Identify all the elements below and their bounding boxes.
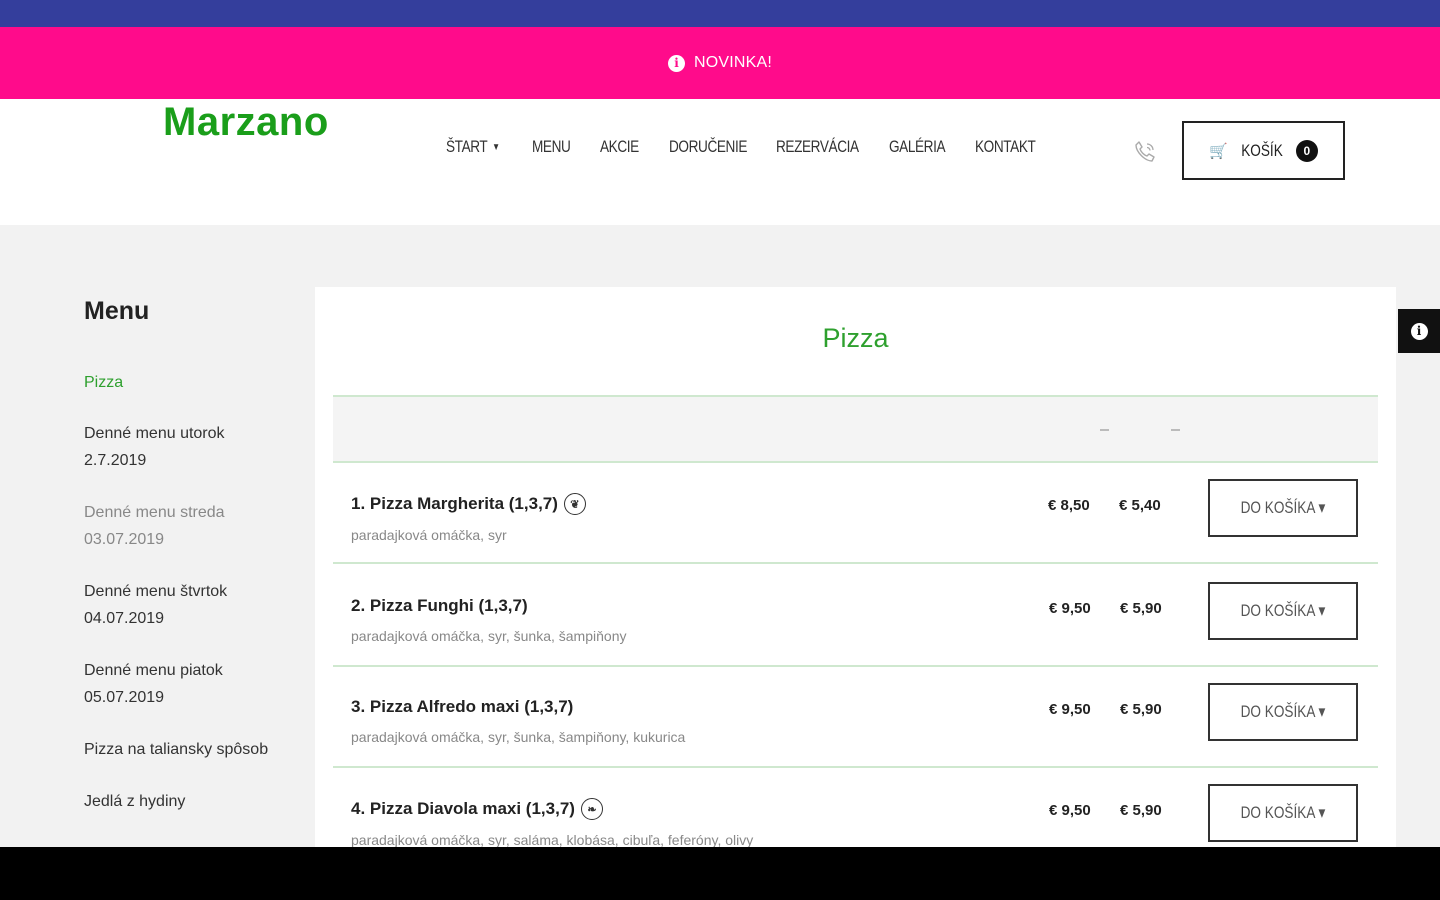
category-list: Pizza Denné menu utorok 2.7.2019 Denné m… xyxy=(84,369,284,840)
chili-icon: ❧ xyxy=(580,798,603,820)
main-content: Menu Pizza Denné menu utorok 2.7.2019 De… xyxy=(0,225,1440,857)
category-item-jedla-hydiny[interactable]: Jedlá z hydiny xyxy=(84,788,284,815)
add-to-cart-text: DO KOŠÍKA xyxy=(1240,498,1315,517)
nav-item-rezervacia[interactable]: REZERVÁCIA xyxy=(776,137,859,157)
nav-item-akcie[interactable]: AKCIE xyxy=(600,137,639,157)
item-description: paradajková omáčka, syr xyxy=(351,527,507,543)
logo[interactable]: Marzano xyxy=(163,99,329,141)
category-item-pizza[interactable]: Pizza xyxy=(84,369,284,396)
leaf-icon: ❦ xyxy=(563,493,586,515)
menu-row: 3. Pizza Alfredo maxi (1,3,7) paradajkov… xyxy=(333,667,1378,768)
cart-button[interactable]: 🛒 KOŠÍK 0 xyxy=(1182,121,1345,180)
promo-bar[interactable]: i NOVINKA! xyxy=(0,27,1440,99)
add-to-cart-label: DO KOŠÍKA ▾ xyxy=(1240,702,1326,721)
item-name-text: 2. Pizza Funghi (1,3,7) xyxy=(351,596,528,615)
nav-item-label: KONTAKT xyxy=(975,137,1036,156)
cart-icon: 🛒 xyxy=(1209,142,1228,160)
add-to-cart-button[interactable]: DO KOŠÍKA ▾ xyxy=(1208,479,1358,537)
nav-item-label: DORUČENIE xyxy=(669,137,748,156)
table-header xyxy=(333,395,1378,463)
category-item-menu-stvrtok[interactable]: Denné menu štvrtok 04.07.2019 xyxy=(84,578,284,632)
item-description: paradajková omáčka, syr, šunka, šampiňon… xyxy=(351,628,627,644)
menu-row: 1. Pizza Margherita (1,3,7) ❦ paradajkov… xyxy=(333,463,1378,564)
add-to-cart-label: DO KOŠÍKA ▾ xyxy=(1240,498,1326,517)
price-large: € 9,50 xyxy=(1049,802,1091,819)
nav-item-label: REZERVÁCIA xyxy=(776,137,859,156)
add-to-cart-text: DO KOŠÍKA xyxy=(1240,702,1315,721)
nav-item-menu[interactable]: MENU xyxy=(532,137,571,157)
category-item-menu-streda[interactable]: Denné menu streda 03.07.2019 xyxy=(84,499,284,553)
add-to-cart-text: DO KOŠÍKA xyxy=(1240,601,1315,620)
menu-panel: Pizza 1. Pizza Margherita (1,3,7) ❦ para… xyxy=(315,287,1396,857)
price-large: € 9,50 xyxy=(1049,600,1091,617)
sidebar-title: Menu xyxy=(84,297,150,325)
panel-title: Pizza xyxy=(822,323,889,353)
category-item-menu-utorok[interactable]: Denné menu utorok 2.7.2019 xyxy=(84,420,284,474)
top-stripe xyxy=(0,0,1440,27)
price-small: € 5,90 xyxy=(1120,600,1162,617)
site-header: Marzano ŠTART ▼ MENU AKCIE DORUČENIE REZ… xyxy=(0,99,1440,225)
nav-item-label: ŠTART xyxy=(446,137,488,156)
price-small: € 5,40 xyxy=(1119,497,1161,514)
caret-down-icon: ▼ xyxy=(492,141,500,153)
add-to-cart-button[interactable]: DO KOŠÍKA ▾ xyxy=(1208,683,1358,741)
promo-text: NOVINKA! xyxy=(693,54,773,71)
cart-label: KOŠÍK xyxy=(1241,140,1283,160)
item-name: 1. Pizza Margherita (1,3,7) ❦ xyxy=(351,493,586,515)
item-name-text: 1. Pizza Margherita (1,3,7) xyxy=(351,494,558,513)
price-large: € 9,50 xyxy=(1049,701,1091,718)
item-name: 2. Pizza Funghi (1,3,7) xyxy=(351,596,528,616)
item-description: paradajková omáčka, syr, saláma, klobása… xyxy=(351,832,754,848)
info-icon: i xyxy=(1410,322,1428,340)
add-to-cart-label: DO KOŠÍKA ▾ xyxy=(1240,803,1326,822)
add-to-cart-button[interactable]: DO KOŠÍKA ▾ xyxy=(1208,784,1358,842)
phone-icon[interactable] xyxy=(1132,139,1158,165)
item-name: 3. Pizza Alfredo maxi (1,3,7) xyxy=(351,697,573,717)
category-item-menu-piatok[interactable]: Denné menu piatok 05.07.2019 xyxy=(84,657,284,711)
item-name-text: 3. Pizza Alfredo maxi (1,3,7) xyxy=(351,697,574,716)
nav-item-dorucenie[interactable]: DORUČENIE xyxy=(669,137,747,157)
nav-item-label: AKCIE xyxy=(600,137,639,156)
nav-item-start[interactable]: ŠTART ▼ xyxy=(446,137,500,157)
header-dash xyxy=(1171,429,1180,431)
nav-item-kontakt[interactable]: KONTAKT xyxy=(975,137,1036,157)
header-dash xyxy=(1100,429,1109,431)
bottom-bar xyxy=(0,847,1440,900)
category-item-pizza-taliansky[interactable]: Pizza na taliansky spôsob xyxy=(84,736,284,763)
info-icon: i xyxy=(667,54,685,72)
cart-count-badge: 0 xyxy=(1295,139,1318,162)
side-info-tab[interactable]: i xyxy=(1398,309,1440,353)
add-to-cart-label: DO KOŠÍKA ▾ xyxy=(1240,601,1326,620)
nav-item-label: GALÉRIA xyxy=(889,137,946,156)
nav-item-galeria[interactable]: GALÉRIA xyxy=(889,137,946,157)
price-small: € 5,90 xyxy=(1120,802,1162,819)
price-small: € 5,90 xyxy=(1120,701,1162,718)
price-large: € 8,50 xyxy=(1048,497,1090,514)
item-name-text: 4. Pizza Diavola maxi (1,3,7) xyxy=(351,799,575,818)
add-to-cart-text: DO KOŠÍKA xyxy=(1240,803,1315,822)
add-to-cart-button[interactable]: DO KOŠÍKA ▾ xyxy=(1208,582,1358,640)
item-description: paradajková omáčka, syr, šunka, šampiňon… xyxy=(351,729,686,745)
nav-item-label: MENU xyxy=(532,137,571,156)
item-name: 4. Pizza Diavola maxi (1,3,7) ❧ xyxy=(351,798,603,820)
menu-row: 2. Pizza Funghi (1,3,7) paradajková omáč… xyxy=(333,566,1378,667)
